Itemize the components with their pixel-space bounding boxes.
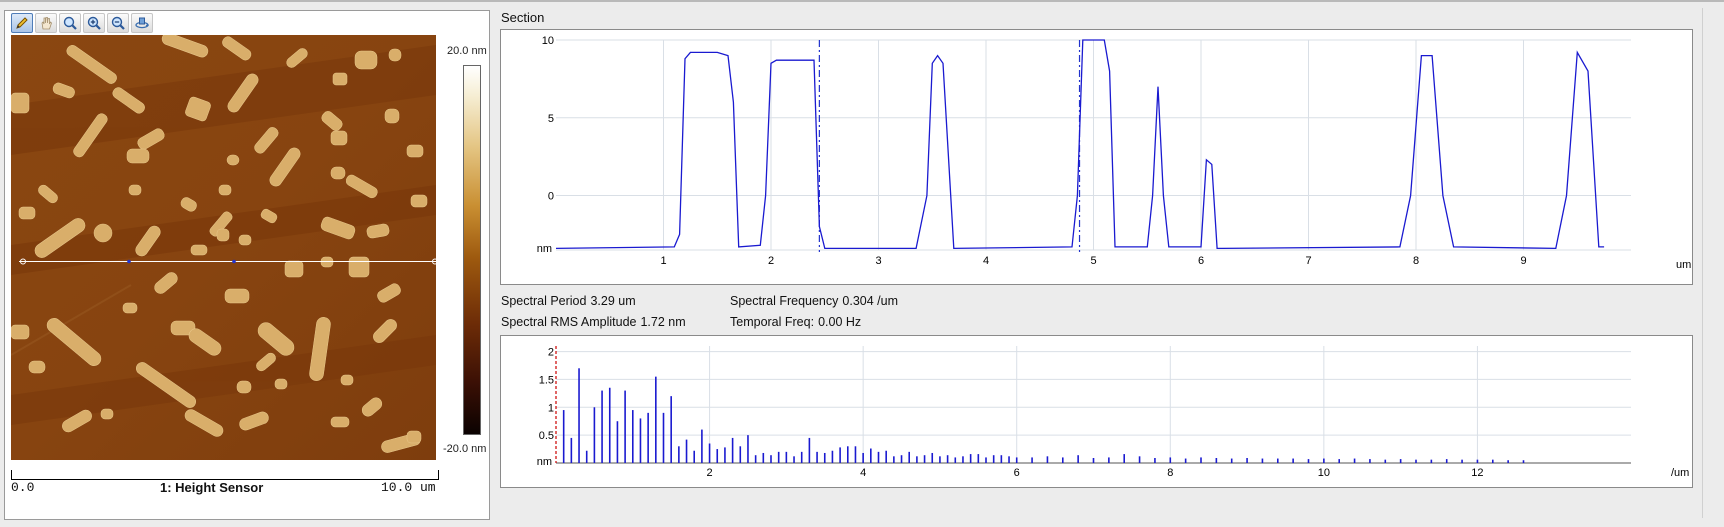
spectral-frequency-value: 0.304 /um <box>842 294 898 308</box>
section-scan-line[interactable] <box>19 257 439 266</box>
spectral-period-value: 3.29 um <box>590 294 636 308</box>
rms-amplitude-label: Spectral RMS Amplitude <box>501 315 637 329</box>
zoom-out-button[interactable] <box>107 13 129 33</box>
spectrum-y-unit: nm <box>537 456 552 468</box>
spectrum-x-tick-label: 2 <box>707 467 713 479</box>
section-x-unit: um <box>1676 259 1691 271</box>
afm-height-image[interactable] <box>11 35 436 460</box>
spectrum-plot[interactable]: 2 4 6 8 10 12 2 1.5 1 0.5 nm/um <box>500 335 1693 488</box>
spectrum-y-tick-label: 1.5 <box>539 374 554 386</box>
zoom-out-icon <box>111 16 125 30</box>
section-x-tick-label: 9 <box>1520 255 1526 267</box>
section-x-tick-label: 8 <box>1413 255 1419 267</box>
section-x-tick-label: 6 <box>1198 255 1204 267</box>
colorbar-min-label: -20.0 nm <box>443 443 487 455</box>
spectral-frequency: Spectral Frequency 0.304 /um <box>730 294 898 308</box>
rotate-icon <box>135 17 150 29</box>
rotate-view-button[interactable] <box>131 13 153 33</box>
spectrum-y-tick-label: 2 <box>548 347 554 359</box>
pencil-tool-button[interactable] <box>11 13 33 33</box>
zoom-in-icon <box>87 16 101 30</box>
spectrum-x-tick-label: 6 <box>1014 467 1020 479</box>
temporal-freq-value: 0.00 Hz <box>818 315 862 329</box>
section-x-tick-label: 7 <box>1305 255 1311 267</box>
spectrum-x-tick-label: 8 <box>1167 467 1173 479</box>
colorbar-max-label: 20.0 nm <box>447 45 487 57</box>
section-y-tick-label: 5 <box>548 113 554 125</box>
scale-bar <box>11 470 439 480</box>
hand-icon <box>41 17 52 30</box>
section-x-tick-label: 1 <box>660 255 666 267</box>
section-x-tick-label: 3 <box>875 255 881 267</box>
axis-start-label: 0.0 <box>11 480 35 495</box>
rms-amplitude-value: 1.72 nm <box>640 315 686 329</box>
spectrum-y-tick-label: 1 <box>548 402 554 414</box>
temporal-freq-label: Temporal Freq: <box>730 315 815 329</box>
temporal-frequency: Temporal Freq: 0.00 Hz <box>730 315 861 329</box>
spectral-rms-amplitude: Spectral RMS Amplitude 1.72 nm <box>501 315 686 329</box>
panel-divider <box>1702 8 1703 518</box>
zoom-tool-button[interactable] <box>59 13 81 33</box>
section-y-tick-label: 0 <box>548 191 554 203</box>
section-x-tick-label: 2 <box>768 255 774 267</box>
pan-tool-button[interactable] <box>35 13 57 33</box>
spectrum-x-tick-label: 10 <box>1318 467 1330 479</box>
section-x-tick-label: 5 <box>1090 255 1096 267</box>
height-colorbar <box>463 65 481 435</box>
spectrum-x-tick-label: 4 <box>860 467 866 479</box>
spectral-period: Spectral Period 3.29 um <box>501 294 636 308</box>
zoom-in-button[interactable] <box>83 13 105 33</box>
channel-label: 1: Height Sensor <box>160 480 264 495</box>
zoom-icon <box>63 16 77 30</box>
pencil-icon <box>16 17 28 29</box>
section-y-tick-label: 10 <box>542 35 554 47</box>
spectrum-x-unit: /um <box>1671 467 1689 479</box>
section-y-unit: nm <box>537 243 552 255</box>
spectrum-chart[interactable]: 2 4 6 8 10 12 2 1.5 1 0.5 nm/um <box>501 336 1692 487</box>
axis-end-label: 10.0 um <box>381 480 436 495</box>
image-panel: 20.0 nm -20.0 nm 0.0 1: Height Sensor 10… <box>4 10 490 520</box>
spectral-frequency-label: Spectral Frequency <box>730 294 839 308</box>
window-top-border <box>0 0 1724 2</box>
section-chart[interactable]: 1 2 3 4 5 6 7 8 9 10 5 0 nm um <box>501 30 1692 284</box>
spectrum-x-tick-label: 12 <box>1471 467 1483 479</box>
section-x-tick-label: 4 <box>983 255 989 267</box>
section-title: Section <box>501 10 545 25</box>
spectral-period-label: Spectral Period <box>501 294 587 308</box>
section-plot[interactable]: 1 2 3 4 5 6 7 8 9 10 5 0 nm um <box>500 29 1693 285</box>
spectrum-y-tick-label: 0.5 <box>539 430 554 442</box>
